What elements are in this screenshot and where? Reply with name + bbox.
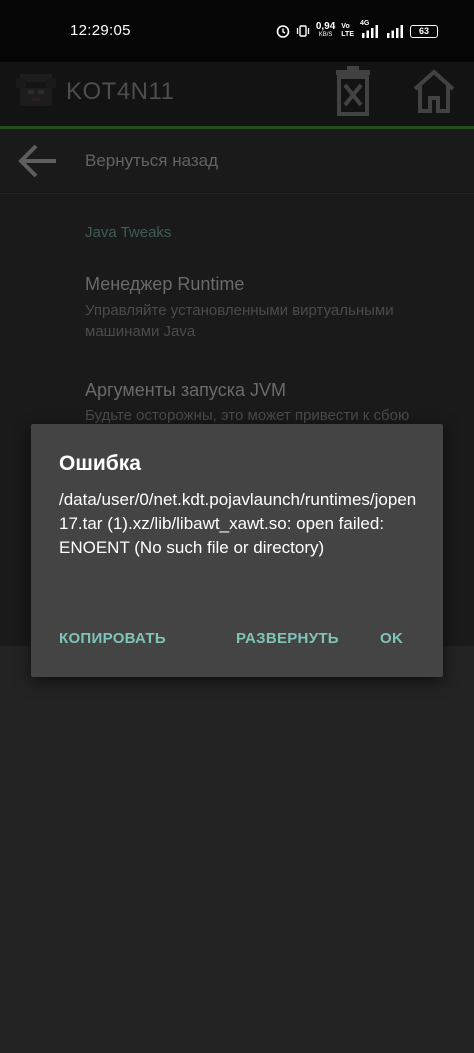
network-speed-unit: KB/S — [318, 32, 333, 38]
status-bar: 12:29:05 0,94 KB/S Vo LTE 4G 63 — [0, 0, 474, 62]
pref-runtime-manager-title: Менеджер Runtime — [85, 274, 245, 294]
pref-jvm-args-title: Аргументы запуска JVM — [85, 380, 286, 400]
account-name: KOT4N11 — [66, 78, 175, 105]
dialog-message: /data/user/0/net.kdt.pojavlaunch/runtime… — [59, 490, 417, 557]
dialog-title: Ошибка — [59, 452, 141, 475]
copy-button[interactable]: КОПИРОВАТЬ — [59, 630, 166, 647]
alarm-icon — [276, 25, 290, 38]
ok-button[interactable]: OK — [380, 630, 403, 647]
back-label: Вернуться назад — [85, 151, 219, 170]
status-time: 12:29:05 — [70, 22, 131, 39]
volte-vo: Vo — [341, 23, 350, 30]
volte-badge: Vo LTE — [341, 23, 354, 39]
player-skin-avatar[interactable] — [14, 70, 58, 110]
error-dialog: Ошибка /data/user/0/net.kdt.pojavlaunch/… — [31, 424, 443, 677]
pref-runtime-manager-summary: Управляйте установленными виртуальными м… — [85, 302, 394, 340]
expand-button[interactable]: РАЗВЕРНУТЬ — [236, 630, 339, 647]
home-icon[interactable] — [412, 68, 456, 114]
launcher-header: KOT4N11 — [0, 62, 474, 126]
delete-account-icon[interactable] — [332, 66, 374, 116]
pref-jvm-args-summary: Будьте осторожны, это может привести к с… — [85, 407, 410, 424]
vibrate-icon — [296, 25, 309, 37]
back-arrow-icon[interactable] — [16, 141, 58, 181]
volte-lte: LTE — [341, 31, 354, 38]
network-speed-value: 0,94 — [315, 21, 336, 32]
battery-indicator: 63 — [410, 24, 438, 38]
signal-icon — [362, 25, 378, 38]
network-speed: 0,94 KB/S — [316, 22, 335, 40]
screen: 12:29:05 0,94 KB/S Vo LTE 4G 63 KOT4N11 … — [0, 0, 474, 1053]
status-icons: 0,94 KB/S Vo LTE 4G 63 — [276, 20, 438, 42]
category-java-tweaks: Java Tweaks — [85, 224, 172, 241]
back-row[interactable]: Вернуться назад — [0, 129, 474, 193]
signal-icon-2 — [387, 25, 403, 38]
signal-4g-group: 4G — [360, 20, 380, 38]
